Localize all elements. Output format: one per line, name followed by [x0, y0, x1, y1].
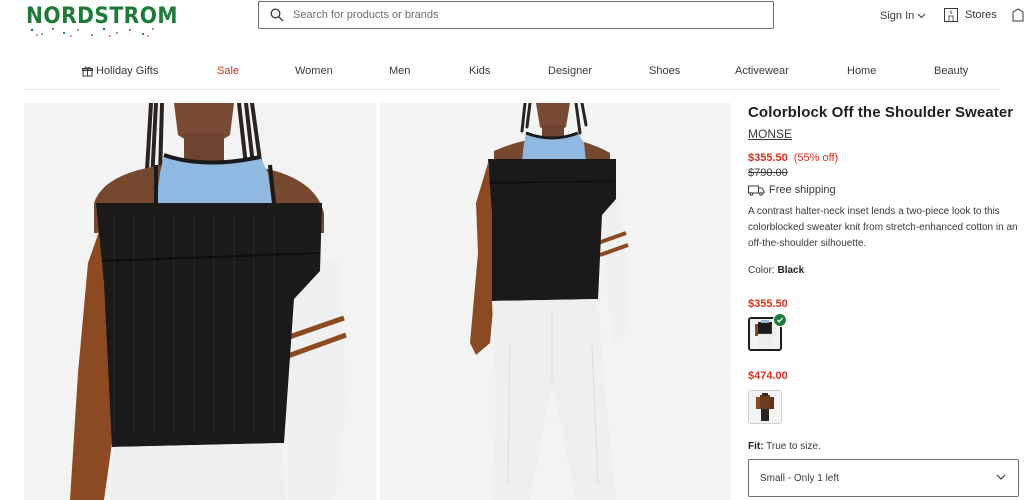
chevron-down-icon	[917, 13, 926, 19]
product-title: Colorblock Off the Shoulder Sweater	[748, 104, 1014, 121]
nav-item-kids[interactable]: Kids	[469, 65, 490, 77]
size-select[interactable]: Small - Only 1 left	[748, 459, 1019, 497]
product-image-main[interactable]	[24, 103, 376, 500]
stores-label: Stores	[965, 9, 997, 21]
selected-check-icon	[773, 313, 787, 327]
nav-item-sale[interactable]: Sale	[217, 65, 239, 77]
nav-item-women[interactable]: Women	[295, 65, 333, 77]
shopping-bag-icon[interactable]	[1012, 8, 1024, 22]
color-value: Black	[777, 265, 805, 276]
swatch-thumbnail	[749, 391, 781, 423]
sale-price: $355.50	[748, 152, 788, 164]
product-details: Colorblock Off the Shoulder Sweater MONS…	[748, 104, 1024, 276]
nordstrom-logo[interactable]: NORDSTROM	[26, 2, 178, 37]
product-image-alternate[interactable]	[380, 103, 731, 500]
product-description: A contrast halter-neck inset lends a two…	[748, 206, 1018, 249]
nav-item-label: Holiday Gifts	[96, 65, 159, 77]
nav-item-activewear[interactable]: Activewear	[735, 65, 789, 77]
nav-item-shoes[interactable]: Shoes	[649, 65, 680, 77]
product-photo-full-body	[380, 103, 731, 500]
fit-label: Fit:	[748, 441, 764, 452]
fit-value: True to size.	[766, 441, 821, 452]
gift-icon	[82, 66, 93, 76]
main-navigation: Holiday Gifts Sale Women Men Kids Design…	[24, 52, 1000, 90]
chevron-down-icon	[996, 474, 1006, 480]
search-input[interactable]	[291, 3, 773, 27]
swatch-price: $474.00	[748, 370, 788, 382]
nav-item-beauty[interactable]: Beauty	[934, 65, 968, 77]
fit-info: Fit: True to size.	[748, 441, 821, 452]
nav-item-holiday-gifts[interactable]: Holiday Gifts	[82, 65, 158, 77]
color-swatch-brown[interactable]	[748, 390, 782, 424]
product-photo-front	[24, 103, 376, 500]
size-select-value: Small - Only 1 left	[760, 472, 839, 484]
swatch-price: $355.50	[748, 298, 788, 310]
site-header: NORDSTROM Sign In N Stores	[0, 0, 1024, 40]
sign-in-label: Sign In	[880, 10, 915, 22]
brand-link[interactable]: MONSE	[748, 127, 792, 141]
store-icon: N	[944, 8, 958, 22]
color-prefix: Color:	[748, 265, 775, 276]
logo-sparkles-icon	[30, 27, 154, 37]
sign-in-button[interactable]: Sign In	[880, 10, 926, 22]
truck-icon	[748, 185, 765, 196]
nav-item-home[interactable]: Home	[847, 65, 876, 77]
discount-percent: (55% off)	[793, 152, 839, 164]
shipping-label: Free shipping	[769, 184, 836, 196]
svg-text:N: N	[950, 10, 953, 15]
search-bar[interactable]	[258, 1, 774, 29]
nav-item-designer[interactable]: Designer	[548, 65, 592, 77]
price-row: $355.50 (55% off)	[748, 152, 1024, 164]
nav-item-men[interactable]: Men	[389, 65, 410, 77]
original-price: $790.00	[748, 167, 788, 179]
free-shipping: Free shipping	[748, 184, 1024, 196]
search-icon[interactable]	[263, 1, 291, 29]
color-label: Color: Black	[748, 265, 1024, 276]
stores-button[interactable]: N Stores	[943, 7, 997, 23]
